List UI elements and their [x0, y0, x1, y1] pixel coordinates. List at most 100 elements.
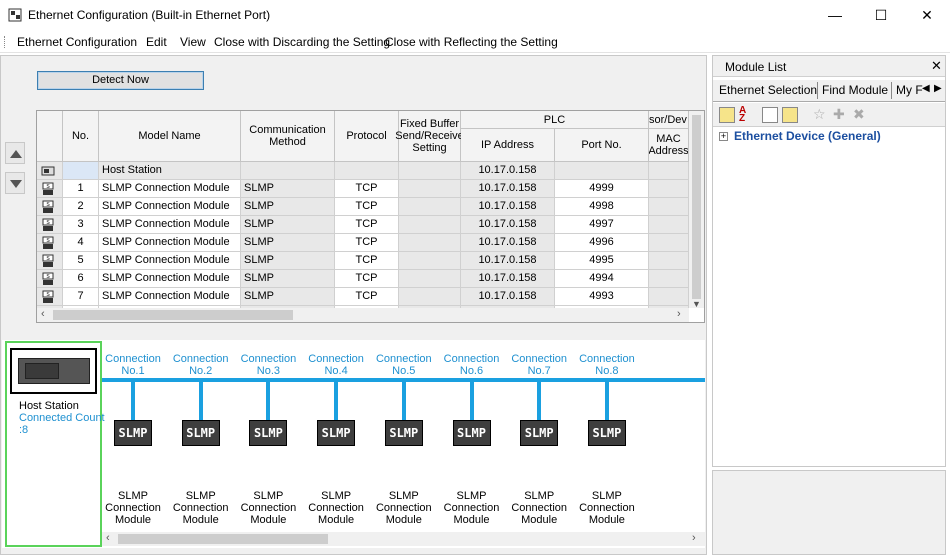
- table-vertical-scrollbar[interactable]: ▼: [689, 111, 704, 309]
- row-port-no: 4994: [555, 270, 649, 288]
- row-mac-address: [649, 252, 689, 270]
- slmp-module-box[interactable]: SLMP: [317, 420, 356, 446]
- slmp-module-icon: S: [42, 218, 54, 231]
- row-fixed-buffer: [399, 234, 461, 252]
- module-label: SLMP Connection Module: [105, 490, 161, 526]
- slmp-module-box[interactable]: SLMP: [249, 420, 288, 446]
- header-protocol: Protocol: [335, 111, 399, 162]
- header-no: No.: [63, 111, 99, 162]
- diagram-scroll-left-icon[interactable]: ‹: [106, 532, 110, 544]
- maximize-button[interactable]: ☐: [858, 0, 904, 31]
- row-communication-method: SLMP: [241, 288, 335, 306]
- tree-item-label: Ethernet Device (General): [734, 129, 881, 143]
- slmp-module-box[interactable]: SLMP: [181, 420, 220, 446]
- connected-count: Connected Count :8: [19, 412, 105, 436]
- row-model-name: SLMP Connection Module: [99, 180, 241, 198]
- row-model-name: SLMP Connection Module: [99, 288, 241, 306]
- slmp-module-box[interactable]: SLMP: [452, 420, 491, 446]
- row-protocol: TCP: [335, 180, 399, 198]
- slmp-module-icon: S: [42, 182, 54, 195]
- menu-grip-icon: [4, 36, 7, 48]
- scroll-right-icon[interactable]: ›: [677, 308, 681, 320]
- row-model-name: SLMP Connection Module: [99, 198, 241, 216]
- tab-ethernet-selection[interactable]: Ethernet Selection: [719, 83, 817, 97]
- host-station-node[interactable]: Host Station Connected Count :8: [5, 341, 105, 547]
- row-mac-address: [649, 234, 689, 252]
- menu-ethernet-configuration[interactable]: Ethernet Configuration: [17, 35, 137, 49]
- arrow-up-icon: [10, 150, 22, 158]
- plc-screen-icon: [25, 363, 59, 379]
- row-protocol: TCP: [335, 252, 399, 270]
- connection-drop-line: [131, 382, 135, 422]
- table-horizontal-scrollbar[interactable]: ‹ ›: [37, 308, 689, 322]
- row-model-name: SLMP Connection Module: [99, 216, 241, 234]
- slmp-module-icon: S: [42, 200, 54, 213]
- row-ip-address: 10.17.0.158: [461, 270, 555, 288]
- slmp-module-box[interactable]: SLMP: [384, 420, 423, 446]
- row-mac-address: [649, 288, 689, 306]
- move-up-button[interactable]: [5, 142, 25, 164]
- module-list-close-icon[interactable]: ✕: [931, 58, 942, 74]
- row-port-no: 4997: [555, 216, 649, 234]
- sort-category-icon[interactable]: [719, 107, 735, 123]
- menu-view[interactable]: View: [180, 35, 206, 49]
- row-icon-cell: S: [37, 252, 63, 270]
- minimize-button[interactable]: —: [812, 0, 858, 31]
- slmp-module-box[interactable]: SLMP: [114, 420, 152, 446]
- row-fixed-buffer: [399, 216, 461, 234]
- expand-all-icon[interactable]: [782, 107, 798, 123]
- header-port-no: Port No.: [555, 129, 649, 162]
- tab-divider: [891, 82, 892, 99]
- tab-scroll-left-icon[interactable]: ◀: [922, 83, 930, 94]
- diagram-scroll-right-icon[interactable]: ›: [692, 532, 696, 544]
- slmp-module-box[interactable]: SLMP: [587, 420, 626, 446]
- move-down-button[interactable]: [5, 172, 25, 194]
- host-row-port: [555, 162, 649, 180]
- close-button[interactable]: ✕: [904, 0, 950, 31]
- header-sensor-device: sor/Dev: [649, 111, 689, 129]
- slmp-module-icon: S: [42, 272, 54, 285]
- menu-edit[interactable]: Edit: [146, 35, 167, 49]
- horizontal-scroll-thumb[interactable]: [53, 310, 293, 320]
- filter-icon[interactable]: [762, 107, 778, 123]
- connection-label: Connection No.7: [511, 353, 568, 377]
- tree-item-ethernet-device-general[interactable]: + Ethernet Device (General): [719, 129, 881, 143]
- vertical-scroll-thumb[interactable]: [692, 115, 701, 299]
- connection-label: Connection No.2: [172, 353, 229, 377]
- app-icon: [8, 8, 22, 22]
- row-mac-address: [649, 180, 689, 198]
- module-label: SLMP Connection Module: [443, 490, 500, 526]
- module-label: SLMP Connection Module: [579, 490, 635, 526]
- delete-favorite-icon[interactable]: ✖: [853, 106, 865, 123]
- row-model-name: SLMP Connection Module: [99, 270, 241, 288]
- menu-close-discard[interactable]: Close with Discarding the Setting: [214, 35, 390, 49]
- module-list-pane: Module List ✕ Ethernet Selection Find Mo…: [712, 55, 946, 467]
- slmp-module-box[interactable]: SLMP: [520, 420, 559, 446]
- row-ip-address: 10.17.0.158: [461, 288, 555, 306]
- menu-close-reflect[interactable]: Close with Reflecting the Setting: [385, 35, 558, 49]
- row-protocol: TCP: [335, 216, 399, 234]
- sort-az-icon[interactable]: AZ: [739, 106, 755, 124]
- favorite-star-icon[interactable]: ☆: [813, 106, 826, 123]
- detect-now-button[interactable]: Detect Now: [37, 71, 204, 90]
- tab-my-favorites[interactable]: My F: [896, 83, 923, 97]
- tab-scroll-right-icon[interactable]: ▶: [934, 83, 942, 94]
- connection-drop-line: [401, 382, 406, 422]
- host-row-protocol: [335, 162, 399, 180]
- module-label: SLMP Connection Module: [172, 490, 229, 526]
- scroll-left-icon[interactable]: ‹: [41, 308, 45, 320]
- scroll-down-icon[interactable]: ▼: [692, 299, 701, 309]
- row-communication-method: SLMP: [241, 180, 335, 198]
- tab-find-module[interactable]: Find Module: [822, 83, 888, 97]
- connection-label: Connection No.6: [443, 353, 500, 377]
- connection-drop-line: [604, 382, 609, 422]
- title-bar: Ethernet Configuration (Built-in Etherne…: [0, 0, 950, 31]
- diagram-scroll-thumb[interactable]: [118, 534, 328, 544]
- add-favorite-icon[interactable]: ✚: [833, 106, 845, 123]
- host-station-label: Host Station: [19, 400, 79, 412]
- row-port-no: 4993: [555, 288, 649, 306]
- row-icon-cell: S: [37, 198, 63, 216]
- diagram-horizontal-scrollbar[interactable]: ‹ ›: [102, 532, 705, 546]
- expand-plus-icon[interactable]: +: [719, 132, 728, 142]
- row-communication-method: SLMP: [241, 252, 335, 270]
